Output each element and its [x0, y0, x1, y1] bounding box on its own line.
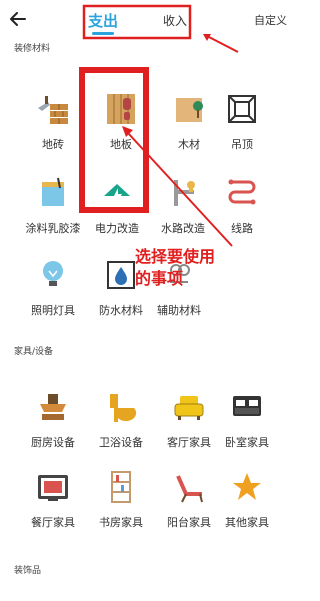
back-arrow-icon[interactable]: [8, 9, 28, 29]
microwave-icon: [38, 475, 68, 501]
category-label: 卫浴设备: [99, 436, 143, 449]
category-label: 照明灯具: [31, 304, 75, 317]
category-label: 厨房设备: [31, 436, 75, 449]
category-label: 线路: [231, 222, 253, 235]
category-kitchen[interactable]: 厨房设备: [18, 390, 88, 450]
section-title-decor: 装饰品: [14, 566, 42, 576]
toilet-icon: [110, 394, 137, 422]
annotation-text: 选择要使用 的事项: [135, 246, 215, 290]
tab-expense[interactable]: 支出: [88, 10, 118, 31]
lounge-chair-icon: [176, 475, 203, 503]
category-paint[interactable]: 涂料乳胶漆: [18, 176, 88, 236]
ceiling-icon: [228, 95, 256, 123]
category-label: 吊顶: [231, 138, 253, 151]
annotation-line1: 选择要使用: [135, 247, 216, 266]
bookshelf-icon: [111, 471, 131, 503]
electric-icon: [104, 184, 130, 206]
category-ceiling[interactable]: 吊顶: [207, 92, 277, 152]
category-bedroom[interactable]: 卧室家具: [212, 390, 282, 450]
category-floor-tile[interactable]: 地砖: [18, 92, 88, 152]
wiring-icon: [228, 179, 256, 205]
category-wiring[interactable]: 线路: [207, 176, 277, 236]
custom-button[interactable]: 自定义: [254, 12, 287, 28]
category-other[interactable]: 其他家具: [212, 470, 282, 530]
light-bulb-icon: [43, 261, 63, 286]
category-label: 卧室家具: [225, 436, 269, 449]
category-label: 涂料乳胶漆: [25, 222, 81, 235]
category-electric[interactable]: 电力改造: [82, 176, 152, 236]
floor-tile-icon: [38, 96, 68, 124]
timber-icon: [176, 98, 203, 122]
category-label: 书房家具: [99, 516, 143, 529]
category-bathroom[interactable]: 卫浴设备: [86, 390, 156, 450]
category-study[interactable]: 书房家具: [86, 470, 156, 530]
tab-income[interactable]: 收入: [163, 12, 187, 29]
category-label: 地砖: [42, 138, 64, 151]
wood-floor-icon: [107, 94, 135, 124]
category-label: 电力改造: [95, 222, 139, 235]
category-label: 地板: [110, 138, 132, 151]
category-wood-floor[interactable]: 地板: [86, 92, 156, 152]
bed-icon: [233, 396, 261, 416]
tabs-pointer-arrow: [206, 35, 239, 53]
annotation-line2: 的事项: [135, 269, 184, 288]
sofa-icon: [174, 396, 204, 420]
section-title-renovation: 装修材料: [14, 44, 51, 54]
category-label: 餐厅家具: [31, 516, 75, 529]
range-hood-icon: [40, 394, 66, 420]
top-bar: 支出 收入 自定义: [0, 0, 295, 38]
category-dining[interactable]: 餐厅家具: [18, 470, 88, 530]
waterproof-icon: [107, 261, 135, 289]
active-tab-indicator: [92, 32, 114, 35]
category-label: 其他家具: [225, 516, 269, 529]
paint-bucket-icon: [42, 177, 64, 206]
category-label: 辅助材料: [157, 304, 201, 317]
category-lighting[interactable]: 照明灯具: [18, 258, 88, 318]
water-pipe-icon: [174, 180, 195, 206]
star-icon: [233, 473, 261, 500]
section-title-furniture: 家具/设备: [14, 347, 54, 357]
